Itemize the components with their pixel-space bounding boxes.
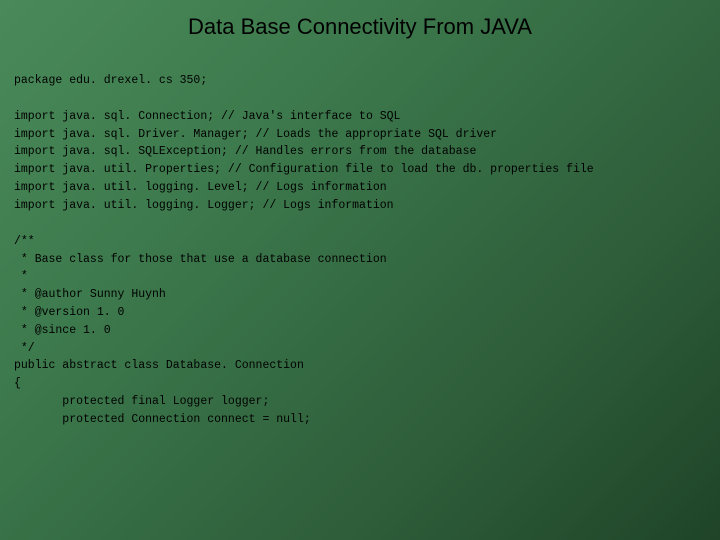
body-line: protected Connection connect = null; [14, 413, 311, 426]
import-line: import java. util. Properties; // Config… [14, 163, 594, 176]
javadoc-line: * Base class for those that use a databa… [14, 253, 387, 266]
javadoc-line: /** [14, 235, 35, 248]
javadoc-line: */ [14, 342, 35, 355]
class-decl: public abstract class Database. Connecti… [14, 359, 304, 372]
javadoc-line: * @since 1. 0 [14, 324, 111, 337]
javadoc-line: * [14, 270, 28, 283]
import-line: import java. sql. Driver. Manager; // Lo… [14, 128, 497, 141]
code-block: package edu. drexel. cs 350; import java… [0, 72, 720, 429]
slide-title: Data Base Connectivity From JAVA [0, 0, 720, 72]
import-line: import java. sql. Connection; // Java's … [14, 110, 400, 123]
import-line: import java. util. logging. Logger; // L… [14, 199, 394, 212]
import-line: import java. sql. SQLException; // Handl… [14, 145, 476, 158]
package-line: package edu. drexel. cs 350; [14, 74, 207, 87]
brace: { [14, 377, 21, 390]
javadoc-line: * @author Sunny Huynh [14, 288, 166, 301]
body-line: protected final Logger logger; [14, 395, 269, 408]
import-line: import java. util. logging. Level; // Lo… [14, 181, 387, 194]
javadoc-line: * @version 1. 0 [14, 306, 124, 319]
